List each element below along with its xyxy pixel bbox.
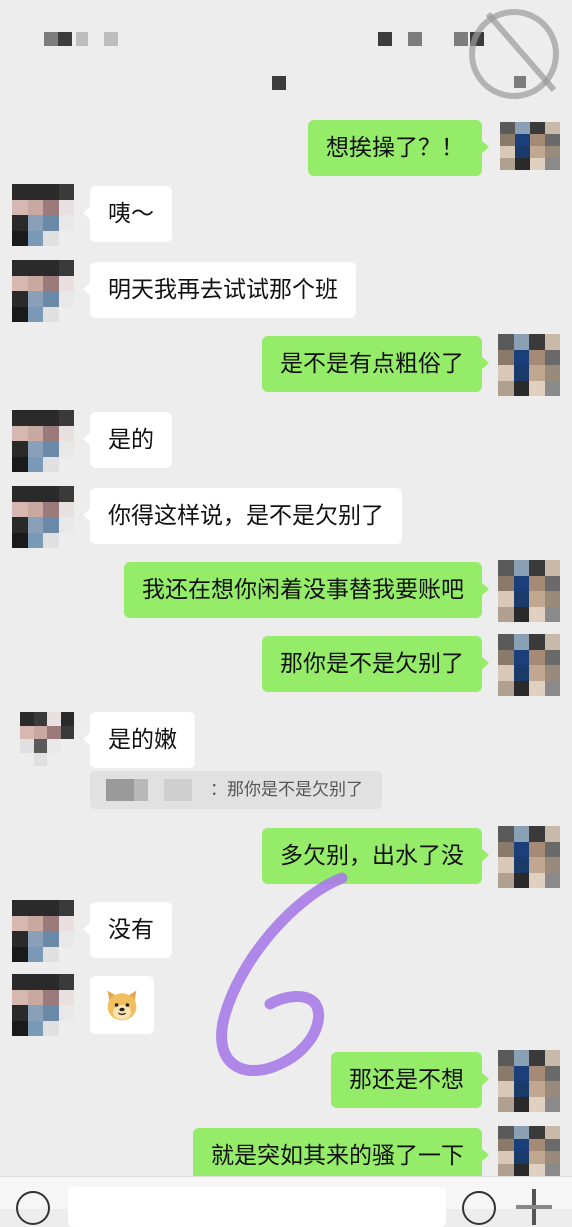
contact-avatar[interactable] xyxy=(20,712,74,766)
contact-avatar[interactable] xyxy=(12,410,74,472)
incoming-message-bubble[interactable]: 没有 xyxy=(83,902,172,958)
chat-title xyxy=(272,76,286,90)
incoming-message-bubble[interactable]: 你得这样说，是不是欠别了 xyxy=(83,488,402,544)
watermark-logo xyxy=(469,9,559,99)
contact-avatar[interactable] xyxy=(12,184,74,246)
input-bar xyxy=(0,1176,572,1227)
outgoing-message-bubble[interactable]: 是不是有点粗俗了 xyxy=(262,336,489,392)
handwritten-annotation xyxy=(216,872,348,1077)
signal-icon xyxy=(378,32,392,46)
message-input[interactable] xyxy=(68,1187,446,1227)
my-avatar[interactable] xyxy=(500,122,560,170)
contact-avatar[interactable] xyxy=(12,974,74,1036)
status-bar xyxy=(0,0,572,99)
more-actions-icon[interactable] xyxy=(516,1189,552,1225)
pixelated-text xyxy=(76,32,88,46)
voice-input-icon[interactable] xyxy=(16,1191,50,1225)
quoted-message[interactable]: ：那你是不是欠别了 xyxy=(90,771,382,809)
outgoing-message-bubble[interactable]: 我还在想你闲着没事替我要账吧 xyxy=(124,562,489,618)
my-avatar[interactable] xyxy=(498,560,560,622)
outgoing-message-bubble[interactable]: 想挨操了？！ xyxy=(308,120,489,176)
incoming-message-bubble[interactable]: 是的嫩 xyxy=(83,712,195,768)
incoming-message-bubble[interactable]: 明天我再去试试那个班 xyxy=(83,262,356,318)
my-avatar[interactable] xyxy=(498,634,560,696)
pixelated-text xyxy=(44,32,58,46)
emoji-message-bubble[interactable] xyxy=(90,976,154,1034)
incoming-message-bubble[interactable]: 咦～ xyxy=(83,186,172,242)
my-avatar[interactable] xyxy=(498,334,560,396)
my-avatar[interactable] xyxy=(498,1050,560,1112)
quoted-sender-name xyxy=(106,779,196,801)
my-avatar[interactable] xyxy=(498,826,560,888)
my-avatar[interactable] xyxy=(498,1126,560,1176)
outgoing-message-bubble[interactable]: 那你是不是欠别了 xyxy=(262,636,489,692)
incoming-message-bubble[interactable]: 是的 xyxy=(83,412,172,468)
quoted-text: ：那你是不是欠别了 xyxy=(210,780,363,800)
contact-avatar[interactable] xyxy=(12,260,74,322)
doge-emoji-icon xyxy=(107,990,137,1021)
wifi-icon xyxy=(408,32,422,46)
emoji-picker-icon[interactable] xyxy=(462,1191,496,1225)
contact-avatar[interactable] xyxy=(12,486,74,548)
contact-avatar[interactable] xyxy=(12,900,74,962)
pixelated-text xyxy=(104,32,118,46)
pixelated-text xyxy=(58,32,72,46)
